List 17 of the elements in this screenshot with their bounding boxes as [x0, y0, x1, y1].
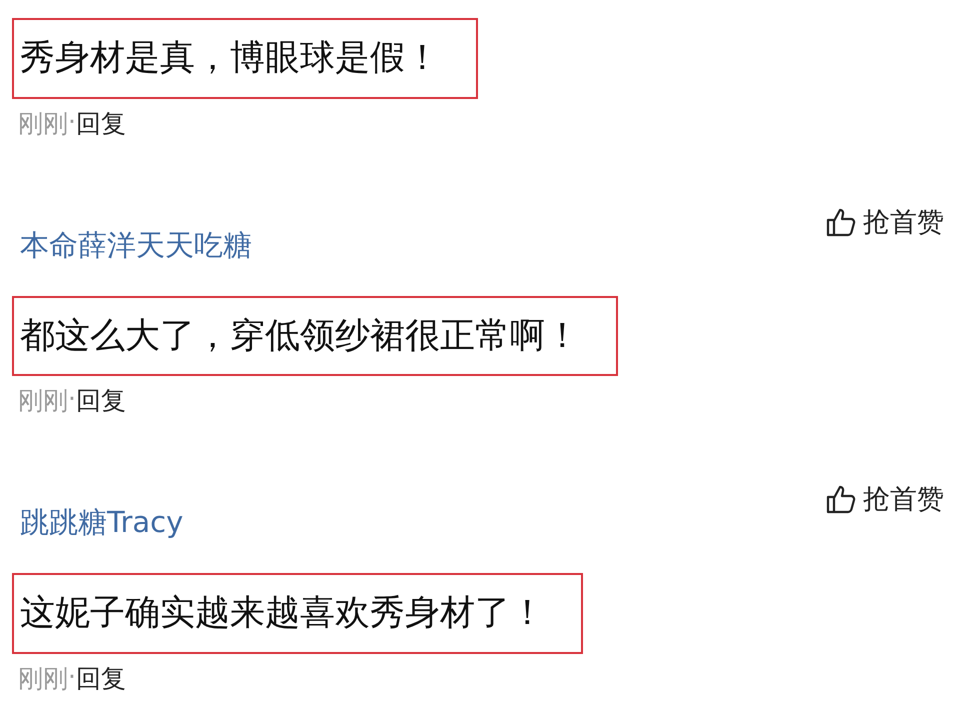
- timestamp: 刚刚: [18, 385, 68, 417]
- reply-link[interactable]: 回复: [76, 662, 126, 694]
- username[interactable]: 本命薛洋天天吃糖: [20, 226, 252, 266]
- like-button[interactable]: 抢首赞: [825, 481, 944, 517]
- username[interactable]: 跳跳糖Tracy: [20, 503, 184, 543]
- thumbs-up-icon: [825, 483, 857, 515]
- comment-text: 都这么大了，穿低领纱裙很正常啊！: [12, 296, 618, 376]
- comment-text: 这妮子确实越来越喜欢秀身材了！: [12, 573, 583, 654]
- separator-dot: ·: [68, 662, 76, 692]
- like-button[interactable]: 抢首赞: [825, 204, 944, 240]
- comment-text: 秀身材是真，博眼球是假！: [12, 18, 478, 98]
- separator-dot: ·: [68, 106, 76, 138]
- reply-link[interactable]: 回复: [76, 384, 126, 417]
- separator-dot: ·: [68, 384, 76, 415]
- reply-link[interactable]: 回复: [76, 106, 126, 140]
- timestamp: 刚刚: [18, 662, 68, 694]
- timestamp: 刚刚: [18, 108, 68, 140]
